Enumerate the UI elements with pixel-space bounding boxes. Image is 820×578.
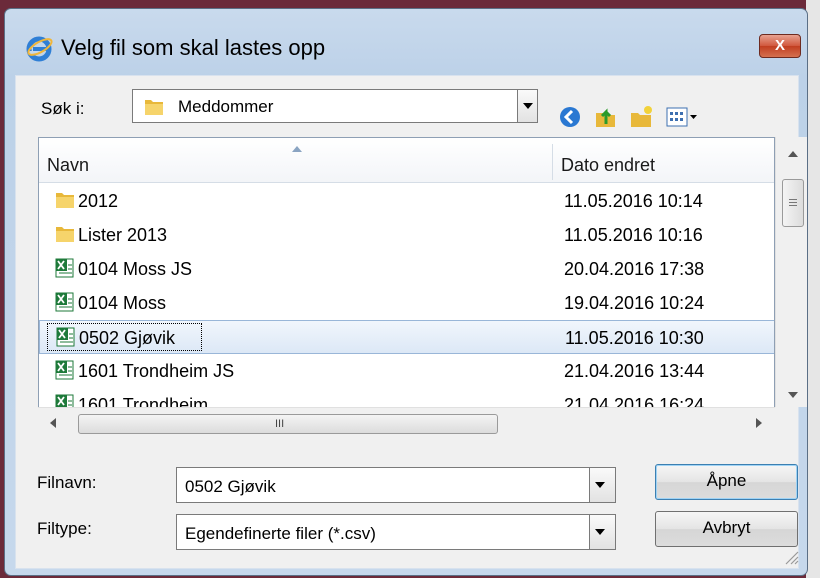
horizontal-scroll-thumb[interactable]: III — [78, 414, 498, 434]
scroll-grip: III — [275, 418, 285, 430]
internet-explorer-icon — [26, 36, 53, 62]
view-menu-icon[interactable] — [665, 104, 699, 130]
lookin-value: Meddommer — [178, 97, 274, 116]
folder-icon — [56, 227, 74, 242]
file-row[interactable]: 0502 Gjøvik 11.05.2016 10:30 — [39, 320, 774, 355]
filename-label: Filnavn: — [37, 473, 97, 492]
filename-input[interactable]: 0502 Gjøvik — [185, 477, 276, 497]
column-name-header[interactable]: Navn — [47, 138, 89, 182]
file-name: 0104 Moss JS — [54, 252, 192, 286]
background-strip-right — [806, 0, 820, 578]
filetype-dropdown[interactable]: Egendefinerte filer (*.csv) — [176, 514, 616, 550]
excel-file-icon — [55, 360, 74, 380]
file-row[interactable]: 1601 Trondheim JS 21.04.2016 13:44 — [39, 354, 774, 388]
file-row[interactable]: 2012 11.05.2016 10:14 — [39, 184, 774, 218]
new-folder-icon[interactable] — [629, 104, 655, 130]
filename-dropdown-arrow[interactable] — [589, 468, 615, 502]
up-folder-icon[interactable] — [593, 104, 619, 130]
filetype-label: Filtype: — [37, 519, 92, 538]
file-name: 0104 Moss — [54, 286, 166, 320]
scroll-down-icon[interactable] — [788, 392, 798, 398]
file-name: 1601 Trondheim JS — [54, 354, 234, 388]
file-dialog: Velg fil som skal lastes opp X Søk i: Me… — [4, 8, 808, 576]
title-bar[interactable]: Velg fil som skal lastes opp X — [5, 9, 807, 75]
column-divider[interactable] — [552, 144, 553, 180]
scroll-left-icon[interactable] — [50, 418, 56, 428]
file-name-text: 0104 Moss — [78, 293, 167, 313]
horizontal-scrollbar[interactable]: III — [38, 407, 775, 440]
resize-grip-icon[interactable] — [783, 549, 799, 565]
cancel-button[interactable]: Avbryt — [655, 511, 798, 547]
file-name: Lister 2013 — [54, 218, 167, 252]
grip-line — [789, 202, 797, 203]
close-button[interactable]: X — [759, 34, 801, 58]
folder-icon — [56, 193, 74, 208]
file-date: 11.05.2016 10:30 — [565, 328, 704, 348]
file-date: 11.05.2016 10:14 — [564, 191, 703, 211]
vertical-scroll-thumb[interactable] — [782, 179, 804, 227]
lookin-dropdown[interactable]: Meddommer — [132, 89, 538, 123]
file-name-text: 0502 Gjøvik — [79, 328, 176, 348]
file-name-text: 1601 Trondheim JS — [78, 361, 235, 381]
lookin-dropdown-arrow[interactable] — [517, 90, 537, 122]
scroll-right-icon[interactable] — [756, 418, 762, 428]
filetype-dropdown-arrow[interactable] — [589, 515, 615, 549]
file-row[interactable]: 0104 Moss 19.04.2016 10:24 — [39, 286, 774, 320]
file-name: 0502 Gjøvik — [55, 321, 175, 355]
file-listview[interactable]: Navn Dato endret 2012 11.05.2016 10:14 Lis… — [38, 137, 775, 439]
file-date: 19.04.2016 10:24 — [564, 293, 705, 313]
folder-icon — [145, 100, 163, 115]
sort-arrow-icon — [292, 146, 302, 152]
back-icon[interactable] — [557, 104, 583, 130]
filetype-value: Egendefinerte filer (*.csv) — [185, 524, 376, 543]
file-date: 20.04.2016 17:38 — [564, 259, 705, 279]
file-name-text: 0104 Moss JS — [78, 259, 193, 279]
vertical-scrollbar[interactable] — [775, 137, 807, 407]
excel-file-icon — [55, 292, 74, 312]
list-header: Navn Dato endret — [39, 138, 774, 183]
excel-file-icon — [55, 258, 74, 278]
open-button[interactable]: Åpne — [655, 464, 798, 500]
file-date: 21.04.2016 13:44 — [564, 361, 705, 381]
background-strip — [0, 0, 820, 8]
file-list[interactable]: Navn Dato endret 2012 11.05.2016 10:14 Lis… — [38, 137, 807, 440]
grip-line — [789, 199, 797, 200]
window-title: Velg fil som skal lastes opp — [61, 35, 326, 60]
scroll-up-icon[interactable] — [788, 151, 798, 157]
excel-file-icon — [56, 327, 75, 347]
column-date-header[interactable]: Dato endret — [561, 138, 655, 182]
file-name-text: 2012 — [78, 191, 119, 211]
file-name: 2012 — [54, 184, 118, 218]
filename-combobox[interactable]: 0502 Gjøvik — [176, 467, 616, 503]
file-date: 11.05.2016 10:16 — [564, 225, 703, 245]
file-name-text: Lister 2013 — [78, 225, 168, 245]
lookin-label: Søk i: — [41, 99, 85, 118]
file-row[interactable]: Lister 2013 11.05.2016 10:16 — [39, 218, 774, 252]
file-row[interactable]: 0104 Moss JS 20.04.2016 17:38 — [39, 252, 774, 286]
grip-line — [789, 205, 797, 206]
